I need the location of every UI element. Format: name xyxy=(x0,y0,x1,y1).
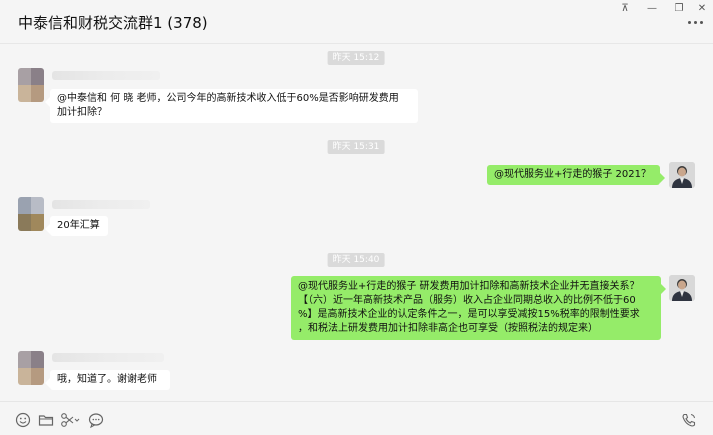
voice-call-icon[interactable] xyxy=(681,412,697,428)
message-bubble[interactable]: @中泰信和 何 晓 老师，公司今年的高新技术收入低于60%是否影响研发费用 加计… xyxy=(45,89,418,123)
message-bubble[interactable]: @现代服务业+行走的猴子 2021？ xyxy=(487,165,665,185)
scissors-icon[interactable] xyxy=(60,412,80,428)
sender-avatar[interactable] xyxy=(18,68,44,102)
message-bubble[interactable]: @现代服务业+行走的猴子 研发费用加计扣除和高新技术企业并无直接关系？ 【（六）… xyxy=(291,276,666,340)
title-bar: 中泰信和财税交流群1 (378) ⊼ — ❐ ✕ xyxy=(0,0,713,44)
message-text: 20年汇算 xyxy=(57,220,100,231)
message-text: %】是高新技术企业的认定条件之一，是可以享受减按15%税率的限制性要求 xyxy=(298,309,640,320)
folder-icon[interactable] xyxy=(38,412,54,428)
message-list[interactable]: 昨天 15:12 @中泰信和 何 晓 老师，公司今年的高新技术收入低于60%是否… xyxy=(0,44,713,401)
message-text: @中泰信和 何 晓 老师，公司今年的高新技术收入低于60%是否影响研发费用 xyxy=(57,93,399,104)
pin-icon[interactable]: ⊼ xyxy=(613,2,637,16)
sender-name xyxy=(52,200,150,209)
timestamp: 昨天 15:12 xyxy=(327,51,385,65)
message-text: ，和税法上研发费用加计扣除非高企也可享受（按照税法的规定来） xyxy=(298,323,598,334)
sender-name xyxy=(52,353,164,362)
message-text: 加计扣除？ xyxy=(57,107,107,118)
message-text: 哦，知道了。谢谢老师 xyxy=(57,374,157,385)
more-options-icon[interactable] xyxy=(687,19,705,25)
message-text: 【（六）近一年高新技术产品（服务）收入占企业同期总收入的比例不低于60 xyxy=(298,295,636,306)
input-toolbar xyxy=(0,401,713,435)
maximize-button[interactable]: ❐ xyxy=(667,2,691,16)
sender-name xyxy=(52,71,160,80)
emoji-icon[interactable] xyxy=(15,412,31,428)
message-bubble[interactable]: 哦，知道了。谢谢老师 xyxy=(45,370,170,390)
self-avatar[interactable] xyxy=(669,275,695,301)
message-text: @现代服务业+行走的猴子 2021？ xyxy=(494,169,652,180)
sender-avatar[interactable] xyxy=(18,197,44,231)
self-avatar[interactable] xyxy=(669,162,695,188)
close-button[interactable]: ✕ xyxy=(690,2,713,16)
minimize-button[interactable]: — xyxy=(640,2,664,16)
message-bubble[interactable]: 20年汇算 xyxy=(45,216,108,236)
timestamp: 昨天 15:31 xyxy=(327,140,385,154)
message-text: @现代服务业+行走的猴子 研发费用加计扣除和高新技术企业并无直接关系？ xyxy=(298,281,640,292)
chat-window: 中泰信和财税交流群1 (378) ⊼ — ❐ ✕ 昨天 15:12 @中泰信和 … xyxy=(0,0,713,435)
chat-title: 中泰信和财税交流群1 (378) xyxy=(18,14,208,32)
timestamp: 昨天 15:40 xyxy=(327,253,385,267)
chat-history-icon[interactable] xyxy=(88,412,104,429)
sender-avatar[interactable] xyxy=(18,351,44,385)
